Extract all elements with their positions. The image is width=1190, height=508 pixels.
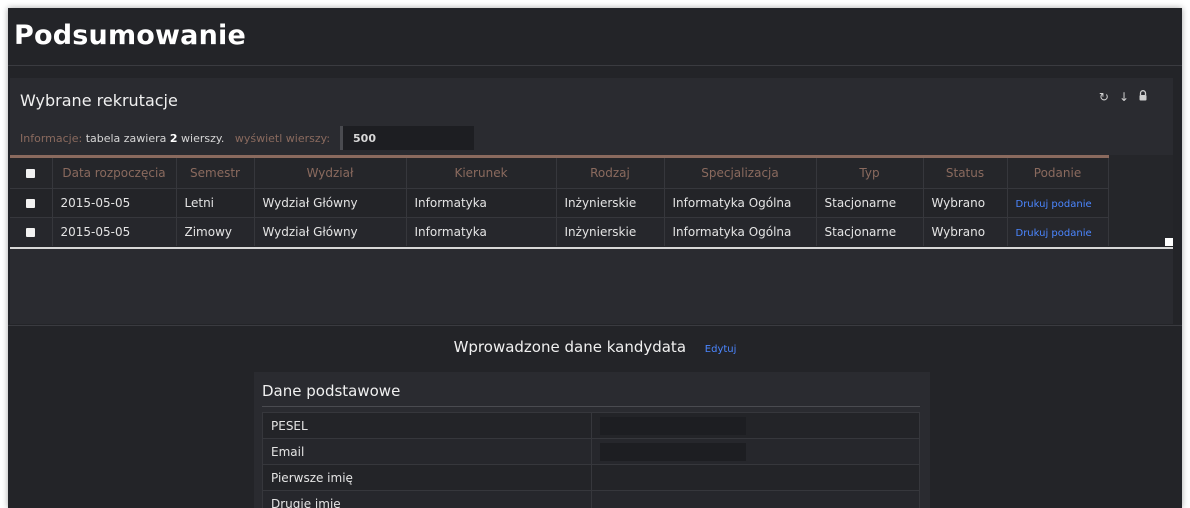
cell-faculty: Wydział Główny	[254, 217, 407, 246]
field-label: Email	[262, 438, 592, 465]
basic-data-title: Dane podstawowe	[262, 382, 401, 400]
select-all-checkbox[interactable]	[10, 155, 53, 189]
recruitments-table-wrap: Data rozpoczęcia Semestr Wydział Kierune…	[10, 155, 1173, 249]
grid-toolbar: ↻ ↓	[1099, 90, 1147, 104]
column-header[interactable]: Podanie	[1007, 155, 1109, 189]
field-value	[591, 464, 920, 491]
section-divider	[8, 325, 1182, 326]
field-value	[591, 438, 920, 465]
resize-handle[interactable]	[1165, 238, 1173, 246]
column-header[interactable]: Semestr	[176, 155, 255, 189]
candidate-heading-text: Wprowadzone dane kandydata	[453, 338, 687, 356]
column-header[interactable]: Kierunek	[406, 155, 557, 189]
column-header[interactable]: Wydział	[254, 155, 407, 189]
pesel-value	[600, 416, 746, 435]
column-header[interactable]: Status	[923, 155, 1008, 189]
basic-data-divider	[262, 406, 920, 407]
info-label: Informacje:	[20, 131, 83, 145]
download-icon[interactable]: ↓	[1119, 90, 1129, 104]
table-info: Informacje: tabela zawiera 2 wierszy. wy…	[20, 126, 475, 150]
cell-date: 2015-05-05	[52, 188, 177, 218]
rows-label: wyświetl wierszy:	[234, 131, 331, 145]
row-checkbox[interactable]	[10, 188, 53, 218]
field-value	[591, 490, 920, 508]
cell-action: Drukuj podanie	[1007, 188, 1109, 218]
basic-data-table: PESEL Email Pierwsze imię Drugie imię	[262, 412, 920, 508]
cell-status: Wybrano	[923, 188, 1008, 218]
email-value	[600, 442, 746, 461]
cell-field: Informatyka	[406, 217, 557, 246]
page-title: Podsumowanie	[14, 20, 246, 51]
field-row: Pierwsze imię	[262, 464, 920, 491]
refresh-icon[interactable]: ↻	[1099, 90, 1109, 104]
cell-kind: Inżynierskie	[556, 217, 665, 246]
cell-status: Wybrano	[923, 217, 1008, 246]
field-value	[591, 412, 920, 439]
info-text-after: wierszy.	[181, 131, 225, 145]
field-label: PESEL	[262, 412, 592, 439]
table-row[interactable]: 2015-05-05 Letni Wydział Główny Informat…	[10, 188, 1109, 218]
cell-type: Stacjonarne	[816, 188, 924, 218]
column-header[interactable]: Rodzaj	[556, 155, 665, 189]
cell-field: Informatyka	[406, 188, 557, 218]
app-window: Podsumowanie Wybrane rekrutacje ↻ ↓ Info…	[8, 8, 1182, 508]
row-checkbox[interactable]	[10, 217, 53, 246]
field-row: Email	[262, 438, 920, 465]
recruitments-table: Data rozpoczęcia Semestr Wydział Kierune…	[10, 155, 1109, 246]
table-row[interactable]: 2015-05-05 Zimowy Wydział Główny Informa…	[10, 217, 1109, 246]
rows-per-page-input[interactable]	[340, 126, 475, 150]
cell-specialization: Informatyka Ogólna	[664, 217, 817, 246]
recruitments-panel: Wybrane rekrutacje ↻ ↓ Informacje: tabel…	[10, 78, 1173, 324]
field-label: Pierwsze imię	[262, 464, 592, 491]
print-application-link[interactable]: Drukuj podanie	[1016, 228, 1092, 239]
cell-semester: Letni	[176, 188, 255, 218]
column-header[interactable]: Data rozpoczęcia	[52, 155, 177, 189]
cell-type: Stacjonarne	[816, 217, 924, 246]
column-header[interactable]: Specjalizacja	[664, 155, 817, 189]
row-count: 2	[169, 131, 178, 145]
table-header-row: Data rozpoczęcia Semestr Wydział Kierune…	[10, 155, 1109, 189]
cell-semester: Zimowy	[176, 217, 255, 246]
field-label: Drugie imię	[262, 490, 592, 508]
candidate-heading: Wprowadzone dane kandydata Edytuj	[8, 338, 1182, 356]
edit-link[interactable]: Edytuj	[705, 344, 737, 355]
cell-kind: Inżynierskie	[556, 188, 665, 218]
title-bar: Podsumowanie	[8, 8, 1182, 66]
cell-faculty: Wydział Główny	[254, 188, 407, 218]
field-row: PESEL	[262, 412, 920, 439]
cell-specialization: Informatyka Ogólna	[664, 188, 817, 218]
field-row: Drugie imię	[262, 490, 920, 508]
column-header[interactable]: Typ	[816, 155, 924, 189]
lock-icon[interactable]	[1139, 90, 1147, 104]
recruitments-heading: Wybrane rekrutacje	[20, 91, 178, 110]
print-application-link[interactable]: Drukuj podanie	[1016, 199, 1092, 210]
basic-data-panel: Dane podstawowe PESEL Email Pierwsze imi…	[254, 372, 930, 508]
info-text-before: tabela zawiera	[85, 131, 167, 145]
cell-date: 2015-05-05	[52, 217, 177, 246]
cell-action: Drukuj podanie	[1007, 217, 1109, 246]
